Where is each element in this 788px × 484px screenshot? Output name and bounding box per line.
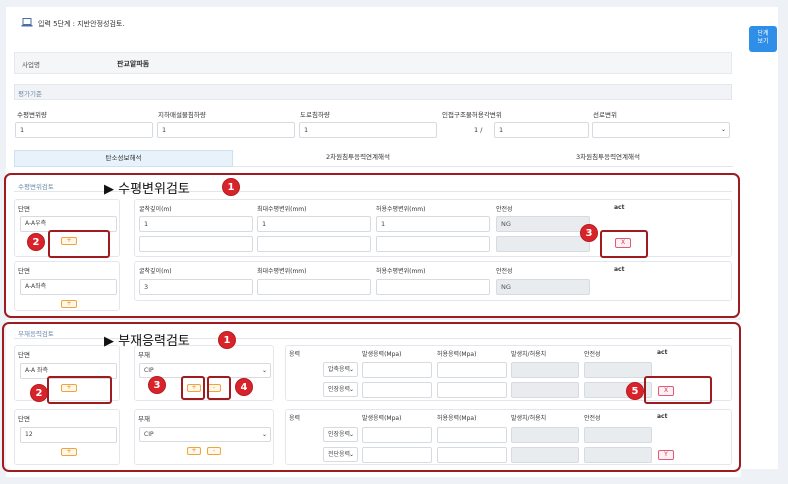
criteria-label-2: 지하매설물침하량 [158,111,206,119]
marker-m4: 4 [235,378,253,396]
tab-3d-coupled[interactable]: 3차원침투응력연계해석 [483,150,733,167]
tab-2d-coupled[interactable]: 2차원침투응력연계해석 [233,150,483,167]
marker-h3: 3 [580,224,598,242]
buried-settlement-input[interactable]: 1 [157,122,295,138]
business-value: 판교알파돔 [117,60,150,68]
criteria-label-3: 도로침하량 [300,111,330,119]
criteria-title: 평가기준 [18,90,42,98]
highlight-h2 [48,230,110,258]
criteria-label-1: 수평변위량 [17,111,47,119]
step-view-button[interactable]: 단계 보기 [749,26,777,52]
highlight-m2 [47,376,112,404]
marker-h2: 2 [27,233,45,251]
marker-m3: 3 [148,376,166,394]
annotation-horizontal-label: ▶ 수평변위검토 [104,182,190,197]
road-settlement-input[interactable]: 1 [299,122,437,138]
marker-m2: 2 [30,384,48,402]
highlight-m5 [644,376,712,404]
annotation-member-label: ▶ 부재응력검토 [104,334,190,349]
tab-elastoplastic[interactable]: 탄소성보해석 [14,150,233,167]
marker-m5: 5 [626,382,644,400]
highlight-m3 [181,376,205,400]
marker-h1: 1 [222,178,240,196]
criteria-label-5: 선로변위 [593,111,617,119]
page-title: 입력 5단계 : 지반안정성검토. [38,20,125,28]
side-strip [741,7,778,469]
angular-disp-input[interactable]: 1 [494,122,589,138]
highlight-h3 [600,230,648,258]
business-label: 사업명 [22,61,40,69]
horizontal-disp-input[interactable]: 1 [15,122,153,138]
laptop-icon [21,18,33,27]
chevron-down-icon: ⌄ [720,126,726,133]
highlight-m4 [207,376,231,400]
angular-prefix: 1 / [474,126,483,134]
track-disp-select[interactable]: ⌄ [592,122,730,138]
criteria-label-4: 인접구조물허용각변위 [442,111,502,119]
marker-m1: 1 [218,331,236,349]
criteria-bar [14,84,732,100]
